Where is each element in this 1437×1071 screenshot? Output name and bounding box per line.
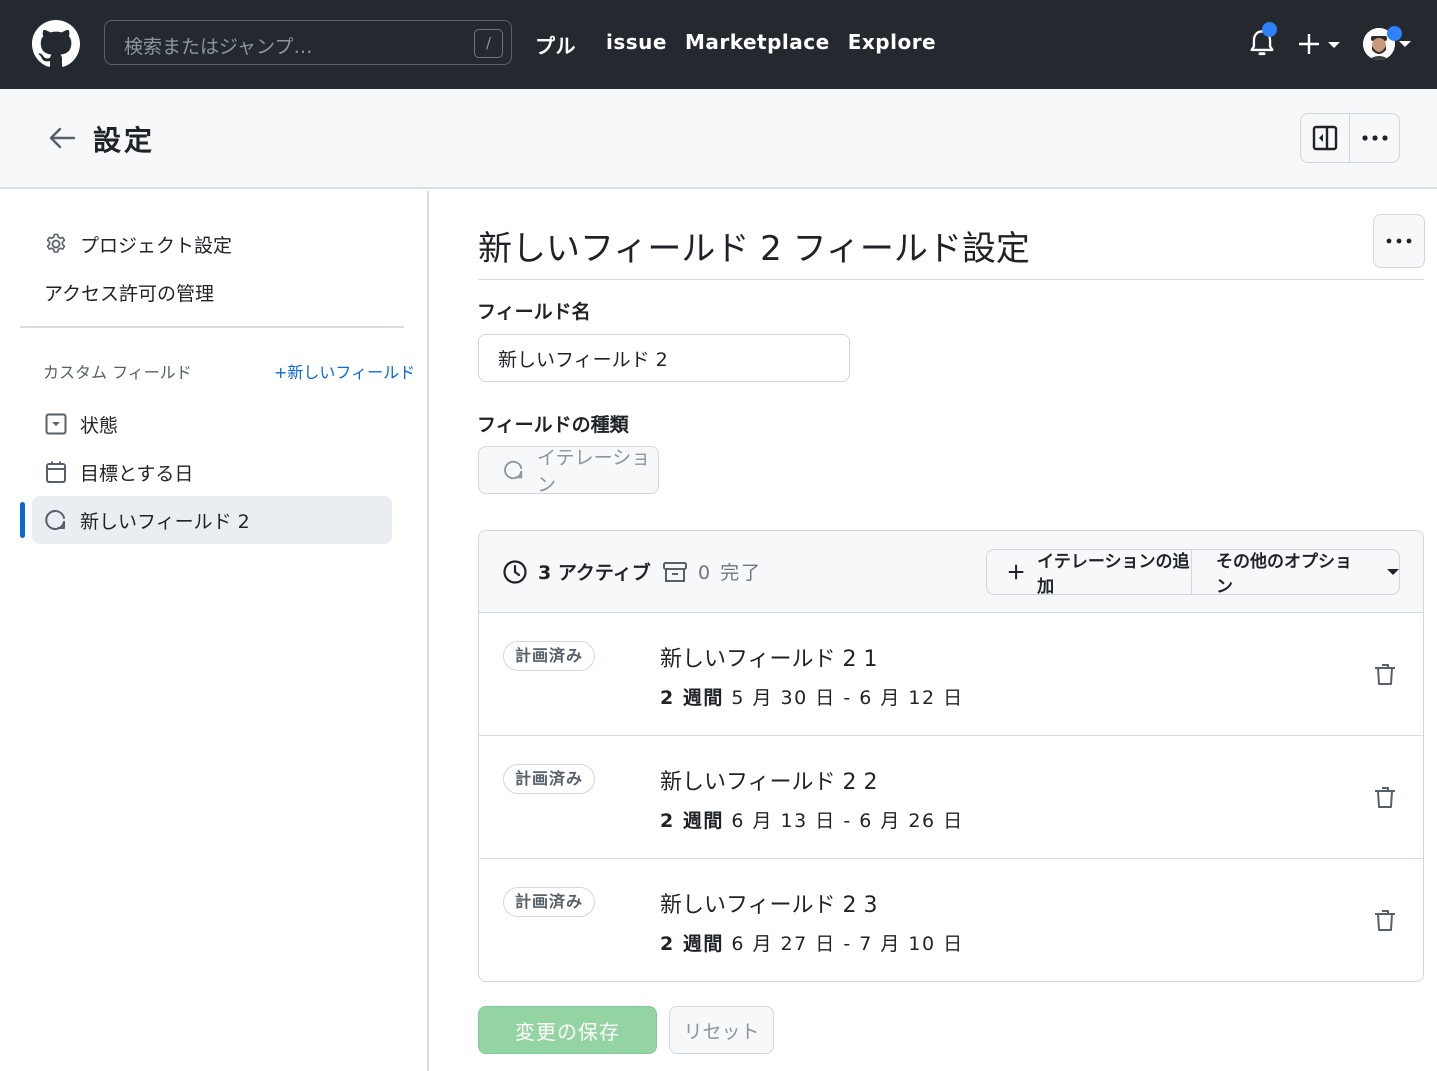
status-badge: 計画済み [503,887,596,917]
iteration-duration: 2 週間 [660,810,724,832]
toggle-sidebar-button[interactable] [1301,114,1351,162]
sidebar-field-new-field-2[interactable]: 新しいフィールド 2 [32,496,392,544]
sidebar-collapse-icon [1312,125,1338,151]
trash-icon[interactable] [1373,661,1397,687]
global-nav: プル issue Marketplace Explore [535,30,954,59]
search-shortcut-key: / [474,29,503,58]
iteration-dates[interactable]: 2 週間 6 月 13 日 - 6 月 26 日 [660,806,964,833]
iteration-duration: 2 週間 [660,687,724,709]
gear-icon [44,232,68,256]
tab-label: 3 アクティブ [538,562,651,584]
add-iteration-label: イテレーションの追加 [1037,552,1190,597]
trash-icon[interactable] [1373,907,1397,933]
field-settings-main: 新しいフィールド 2 フィールド設定 フィールド名 フィールドの種類 イテレーシ… [431,191,1437,1071]
more-options-label: その他のオプション [1216,552,1352,597]
field-more-button[interactable] [1373,214,1425,268]
save-changes-button[interactable]: 変更の保存 [478,1006,657,1054]
chevron-down-icon [1387,569,1399,575]
iteration-range: 5 月 30 日 - 6 月 12 日 [731,687,964,709]
field-settings-title: 新しいフィールド 2 フィールド設定 [478,229,1030,269]
sidebar-item-label: 状態 [80,414,119,437]
iteration-icon [504,460,523,480]
notification-indicator [1262,22,1277,37]
tab-label: 0 完了 [698,562,763,584]
sidebar-divider [20,326,404,328]
plus-icon [1008,564,1024,580]
tab-completed-iterations[interactable]: 0 完了 [662,558,762,585]
header-button-group [1300,113,1400,163]
iteration-title[interactable]: 新しいフィールド 2 3 [660,887,878,919]
iteration-duration: 2 週間 [660,933,724,955]
avatar-status-indicator [1387,26,1402,41]
sidebar-item-label: プロジェクト設定 [80,234,233,257]
field-type-button: イテレーション [478,446,659,496]
archive-icon [663,561,687,582]
sidebar-item-label: アクセス許可の管理 [44,282,215,305]
iterations-panel: 3 アクティブ 0 完了 イテレーションの追加 その他のオプション 計画済み 新… [478,530,1424,982]
tab-active-iterations[interactable]: 3 アクティブ [502,558,651,585]
kebab-horizontal-icon [1386,238,1412,244]
github-logo-icon[interactable] [32,20,80,68]
iteration-range: 6 月 27 日 - 7 月 10 日 [731,933,964,955]
field-name-label: フィールド名 [477,301,591,323]
add-iteration-button[interactable]: イテレーションの追加 [987,550,1192,597]
create-new-icon[interactable] [1296,30,1342,58]
avatar-caret-icon[interactable] [1399,41,1411,47]
iteration-dates[interactable]: 2 週間 6 月 27 日 - 7 月 10 日 [660,929,964,956]
calendar-icon [44,460,68,484]
sidebar-item-label: 目標とする日 [80,462,194,485]
iteration-row: 計画済み 新しいフィールド 2 2 2 週間 6 月 13 日 - 6 月 26… [479,736,1423,859]
back-arrow-icon[interactable] [46,122,78,154]
sidebar-item-label: 新しいフィールド 2 [80,510,250,533]
kebab-horizontal-icon [1361,135,1388,141]
sidebar-item-project-settings[interactable]: プロジェクト設定 [32,220,392,268]
iteration-title[interactable]: 新しいフィールド 2 2 [660,764,878,796]
field-name-input[interactable] [478,334,850,382]
field-type-value: イテレーション [536,447,651,496]
custom-fields-heading: カスタム フィールド [43,363,192,382]
iteration-dates[interactable]: 2 週間 5 月 30 日 - 6 月 12 日 [660,683,964,710]
search-input[interactable]: 検索またはジャンプ… / [104,20,512,65]
single-select-icon [44,412,68,436]
reset-button[interactable]: リセット [669,1006,774,1054]
clock-icon [503,559,527,584]
iteration-row: 計画済み 新しいフィールド 2 1 2 週間 5 月 30 日 - 6 月 12… [479,613,1423,736]
settings-header: 設定 [0,89,1437,189]
nav-pulls[interactable]: プル [535,30,576,59]
iteration-row: 計画済み 新しいフィールド 2 3 2 週間 6 月 27 日 - 7 月 10… [479,859,1423,981]
settings-sidebar: プロジェクト設定 アクセス許可の管理 カスタム フィールド +新しいフィールド … [0,191,429,1071]
sidebar-field-status[interactable]: 状態 [32,400,392,448]
trash-icon[interactable] [1373,784,1397,810]
page-title: 設定 [93,124,156,157]
nav-marketplace[interactable]: Marketplace [685,30,830,59]
iteration-title[interactable]: 新しいフィールド 2 1 [660,641,878,673]
iteration-icon [44,508,68,532]
iterations-header: 3 アクティブ 0 完了 イテレーションの追加 その他のオプション [479,531,1423,613]
global-header: 検索またはジャンプ… / プル issue Marketplace Explor… [0,0,1437,89]
more-options-button[interactable]: その他のオプション [1192,550,1399,597]
nav-issues[interactable]: issue [606,30,667,59]
status-badge: 計画済み [503,641,596,671]
active-indicator [20,502,25,538]
new-field-link[interactable]: +新しいフィールド [274,359,415,383]
title-divider [478,279,1424,280]
sidebar-field-target-date[interactable]: 目標とする日 [32,448,392,496]
iteration-actions: イテレーションの追加 その他のオプション [986,549,1400,597]
sidebar-item-manage-access[interactable]: アクセス許可の管理 [32,268,392,316]
status-badge: 計画済み [503,764,596,794]
field-type-label: フィールドの種類 [477,414,629,436]
header-more-button[interactable] [1350,114,1399,162]
iteration-range: 6 月 13 日 - 6 月 26 日 [731,810,964,832]
nav-explore[interactable]: Explore [848,30,936,59]
search-placeholder: 検索またはジャンプ… [124,36,313,58]
